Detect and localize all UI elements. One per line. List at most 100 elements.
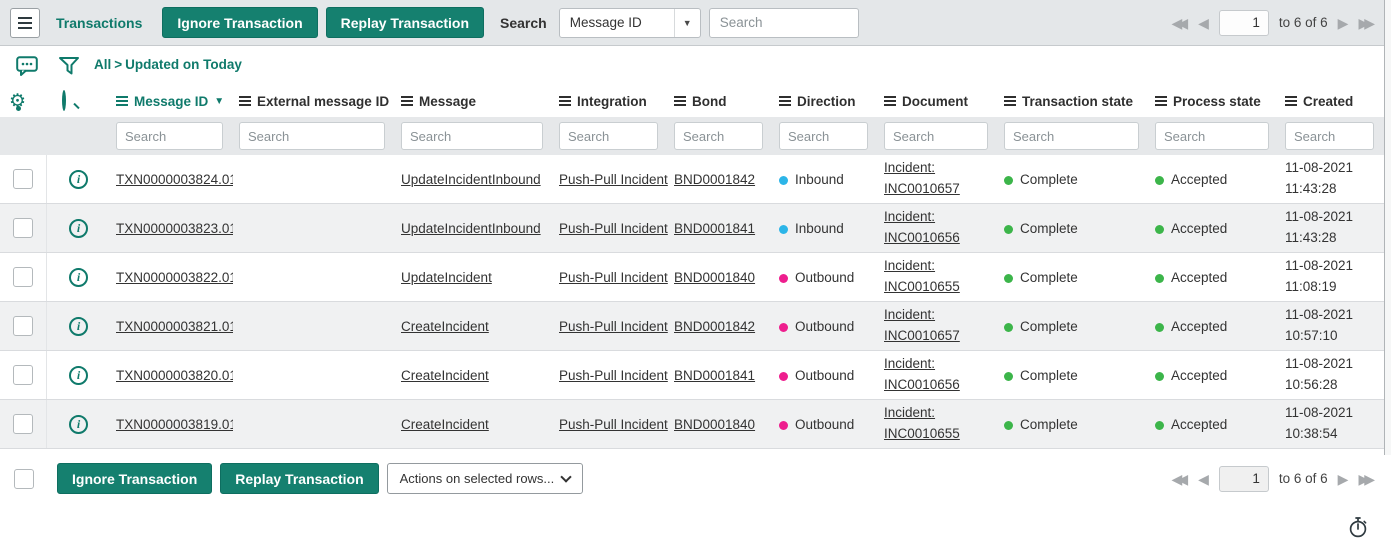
document-link-line1[interactable]: Incident: bbox=[884, 209, 935, 224]
message-link[interactable]: CreateIncident bbox=[401, 417, 489, 432]
row-checkbox[interactable] bbox=[13, 267, 33, 287]
bond-link[interactable]: BND0001840 bbox=[674, 270, 755, 285]
vertical-scrollbar[interactable] bbox=[1384, 0, 1391, 455]
message-id-link[interactable]: TXN0000003823.01 bbox=[116, 221, 233, 236]
row-info-icon[interactable]: i bbox=[69, 366, 88, 385]
bond-link[interactable]: BND0001842 bbox=[674, 319, 755, 334]
column-header-process-state[interactable]: Process state bbox=[1149, 94, 1279, 109]
next-page-icon[interactable]: ▶ bbox=[1338, 472, 1349, 486]
filter-input-created[interactable] bbox=[1285, 122, 1374, 150]
transaction-state-dot bbox=[1004, 323, 1013, 332]
process-state-label: Accepted bbox=[1171, 172, 1227, 187]
list-search-icon[interactable] bbox=[62, 92, 80, 110]
integration-link[interactable]: Push-Pull Incident bbox=[559, 368, 668, 383]
previous-page-icon[interactable]: ◀ bbox=[1198, 472, 1209, 486]
column-header-transaction-state[interactable]: Transaction state bbox=[998, 94, 1149, 109]
filter-input-bond[interactable] bbox=[674, 122, 763, 150]
message-link[interactable]: UpdateIncidentInbound bbox=[401, 172, 541, 187]
bond-link[interactable]: BND0001841 bbox=[674, 368, 755, 383]
bond-link[interactable]: BND0001841 bbox=[674, 221, 755, 236]
row-info-icon[interactable]: i bbox=[69, 170, 88, 189]
filter-input-document[interactable] bbox=[884, 122, 988, 150]
document-link-line2[interactable]: INC0010655 bbox=[884, 279, 960, 294]
breadcrumb-all-link[interactable]: All bbox=[94, 57, 111, 72]
menu-hamburger-button[interactable] bbox=[10, 8, 40, 38]
document-link-line2[interactable]: INC0010656 bbox=[884, 230, 960, 245]
first-page-icon[interactable]: ◀◀ bbox=[1172, 472, 1189, 486]
filter-input-external-message-id[interactable] bbox=[239, 122, 385, 150]
filter-input-transaction-state[interactable] bbox=[1004, 122, 1139, 150]
message-id-link[interactable]: TXN0000003821.01 bbox=[116, 319, 233, 334]
row-info-icon[interactable]: i bbox=[69, 268, 88, 287]
replay-transaction-button[interactable]: Replay Transaction bbox=[326, 7, 484, 38]
filter-input-process-state[interactable] bbox=[1155, 122, 1269, 150]
previous-page-icon[interactable]: ◀ bbox=[1198, 16, 1209, 30]
document-link-line1[interactable]: Incident: bbox=[884, 258, 935, 273]
message-id-link[interactable]: TXN0000003822.01 bbox=[116, 270, 233, 285]
document-link-line1[interactable]: Incident: bbox=[884, 405, 935, 420]
filter-input-message[interactable] bbox=[401, 122, 543, 150]
row-checkbox[interactable] bbox=[13, 414, 33, 434]
ignore-transaction-button[interactable]: Ignore Transaction bbox=[162, 7, 317, 38]
global-search-input[interactable] bbox=[709, 8, 859, 38]
column-header-document[interactable]: Document bbox=[878, 94, 998, 109]
document-link-line2[interactable]: INC0010656 bbox=[884, 377, 960, 392]
footer-ignore-transaction-button[interactable]: Ignore Transaction bbox=[57, 463, 212, 494]
column-header-direction[interactable]: Direction bbox=[773, 94, 878, 109]
row-info-icon[interactable]: i bbox=[69, 219, 88, 238]
integration-link[interactable]: Push-Pull Incident bbox=[559, 172, 668, 187]
column-header-message[interactable]: Message bbox=[395, 94, 553, 109]
first-page-icon[interactable]: ◀◀ bbox=[1172, 16, 1189, 30]
row-info-icon[interactable]: i bbox=[69, 415, 88, 434]
message-id-link[interactable]: TXN0000003820.01 bbox=[116, 368, 233, 383]
bond-link[interactable]: BND0001840 bbox=[674, 417, 755, 432]
document-link-line1[interactable]: Incident: bbox=[884, 307, 935, 322]
next-page-icon[interactable]: ▶ bbox=[1338, 16, 1349, 30]
integration-link[interactable]: Push-Pull Incident bbox=[559, 221, 668, 236]
filter-input-integration[interactable] bbox=[559, 122, 658, 150]
integration-link[interactable]: Push-Pull Incident bbox=[559, 319, 668, 334]
column-header-external-message-id[interactable]: External message ID bbox=[233, 94, 395, 109]
column-header-integration[interactable]: Integration bbox=[553, 94, 668, 109]
document-link-line2[interactable]: INC0010657 bbox=[884, 328, 960, 343]
document-link-line2[interactable]: INC0010657 bbox=[884, 181, 960, 196]
row-checkbox[interactable] bbox=[13, 316, 33, 336]
message-link[interactable]: UpdateIncidentInbound bbox=[401, 221, 541, 236]
document-link-line1[interactable]: Incident: bbox=[884, 356, 935, 371]
page-number-input[interactable] bbox=[1219, 466, 1269, 492]
row-checkbox[interactable] bbox=[13, 365, 33, 385]
breadcrumb-filter-link[interactable]: Updated on Today bbox=[125, 57, 242, 72]
filter-funnel-icon[interactable] bbox=[58, 56, 80, 76]
row-info-icon[interactable]: i bbox=[69, 317, 88, 336]
document-link-line1[interactable]: Incident: bbox=[884, 160, 935, 175]
list-settings-gear-icon[interactable]: ⚙ bbox=[9, 92, 26, 111]
integration-link[interactable]: Push-Pull Incident bbox=[559, 270, 668, 285]
select-all-checkbox[interactable] bbox=[14, 469, 34, 489]
message-link[interactable]: CreateIncident bbox=[401, 319, 489, 334]
page-number-input[interactable] bbox=[1219, 10, 1269, 36]
footer-replay-transaction-button[interactable]: Replay Transaction bbox=[220, 463, 378, 494]
filter-input-direction[interactable] bbox=[779, 122, 868, 150]
row-checkbox[interactable] bbox=[13, 169, 33, 189]
message-id-link[interactable]: TXN0000003819.01 bbox=[116, 417, 233, 432]
column-header-bond[interactable]: Bond bbox=[668, 94, 773, 109]
response-time-stopwatch-icon[interactable] bbox=[1347, 516, 1369, 538]
filter-input-message-id[interactable] bbox=[116, 122, 223, 150]
process-state-cell: Accepted bbox=[1149, 221, 1279, 236]
process-state-cell: Accepted bbox=[1149, 368, 1279, 383]
bond-link[interactable]: BND0001842 bbox=[674, 172, 755, 187]
column-header-created[interactable]: Created bbox=[1279, 94, 1384, 109]
integration-link[interactable]: Push-Pull Incident bbox=[559, 417, 668, 432]
column-header-message-id[interactable]: Message ID ▼ bbox=[110, 94, 233, 109]
last-page-icon[interactable]: ▶▶ bbox=[1358, 16, 1375, 30]
message-link[interactable]: CreateIncident bbox=[401, 368, 489, 383]
search-field-select[interactable]: Message ID ▼ bbox=[559, 8, 701, 38]
actions-on-selected-rows-select[interactable]: Actions on selected rows... bbox=[387, 463, 583, 494]
message-link[interactable]: UpdateIncident bbox=[401, 270, 492, 285]
document-link-line2[interactable]: INC0010655 bbox=[884, 426, 960, 441]
message-id-link[interactable]: TXN0000003824.01 bbox=[116, 172, 233, 187]
last-page-icon[interactable]: ▶▶ bbox=[1358, 472, 1375, 486]
document-cell: Incident: INC0010657 bbox=[878, 158, 998, 200]
row-checkbox[interactable] bbox=[13, 218, 33, 238]
comments-icon[interactable] bbox=[16, 56, 38, 76]
